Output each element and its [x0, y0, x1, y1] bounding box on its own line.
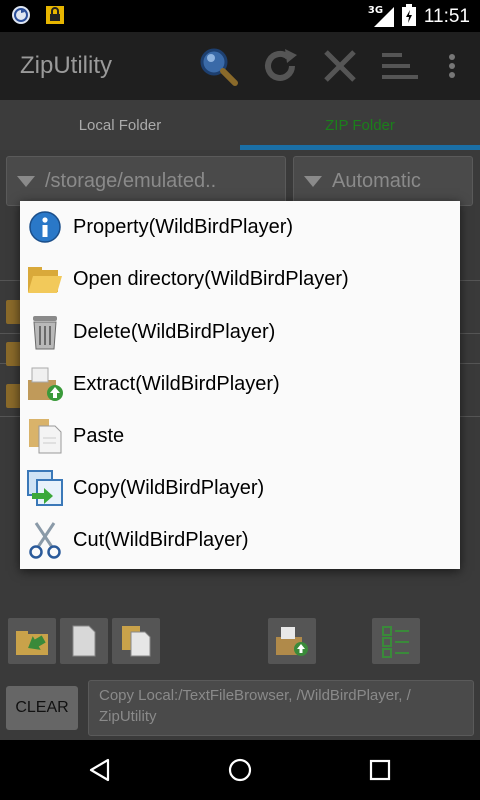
folder-open-icon — [26, 260, 64, 298]
menu-item-extract[interactable]: Extract(WildBirdPlayer) — [20, 358, 460, 410]
scissors-icon — [26, 521, 64, 559]
menu-item-label: Cut(WildBirdPlayer) — [73, 528, 249, 551]
tab-bar: Local Folder ZIP Folder — [0, 100, 480, 150]
menu-item-paste[interactable]: Paste — [20, 410, 460, 462]
info-icon — [26, 208, 64, 246]
menu-item-label: Property(WildBirdPlayer) — [73, 215, 294, 238]
mode-spinner[interactable]: Automatic — [293, 156, 473, 206]
close-icon[interactable] — [318, 44, 362, 88]
overflow-menu-icon[interactable] — [430, 44, 474, 88]
paste-icon[interactable] — [112, 618, 160, 664]
sync-icon — [10, 4, 32, 30]
mode-spinner-value: Automatic — [332, 169, 421, 192]
menu-item-property[interactable]: Property(WildBirdPlayer) — [20, 201, 460, 253]
extract-icon — [26, 365, 64, 403]
menu-item-open-directory[interactable]: Open directory(WildBirdPlayer) — [20, 253, 460, 305]
menu-item-label: Delete(WildBirdPlayer) — [73, 320, 276, 343]
refresh-icon[interactable] — [258, 44, 302, 88]
path-spinner-value: /storage/emulated.. — [45, 169, 217, 192]
tab-zip-folder[interactable]: ZIP Folder — [240, 100, 480, 150]
menu-item-label: Paste — [73, 424, 125, 447]
tab-local-folder[interactable]: Local Folder — [0, 100, 240, 150]
clear-button[interactable]: CLEAR — [6, 686, 78, 730]
menu-item-label: Copy(WildBirdPlayer) — [73, 476, 265, 499]
home-icon[interactable] — [220, 750, 260, 790]
bottom-toolbar — [0, 618, 480, 668]
extract-icon[interactable] — [268, 618, 316, 664]
status-time: 11:51 — [423, 6, 470, 27]
action-bar: ZipUtility — [0, 32, 480, 100]
trash-icon — [26, 313, 64, 351]
chevron-down-icon — [304, 175, 322, 187]
sort-icon[interactable] — [378, 44, 422, 88]
checklist-icon[interactable] — [372, 618, 420, 664]
back-icon[interactable] — [80, 750, 120, 790]
context-menu: Property(WildBirdPlayer) Open directory(… — [20, 201, 460, 569]
nav-bar — [0, 740, 480, 800]
chevron-down-icon — [17, 175, 35, 187]
menu-item-label: Open directory(WildBirdPlayer) — [73, 267, 349, 290]
search-icon[interactable] — [196, 44, 240, 88]
app-title: ZipUtility — [20, 52, 113, 79]
signal-icon: 3G — [368, 5, 394, 27]
menu-item-cut[interactable]: Cut(WildBirdPlayer) — [20, 514, 460, 566]
clipboard-info: Copy Local:/TextFileBrowser, /WildBirdPl… — [88, 680, 474, 736]
menu-item-delete[interactable]: Delete(WildBirdPlayer) — [20, 306, 460, 358]
recents-icon[interactable] — [360, 750, 400, 790]
copy-icon — [26, 469, 64, 507]
status-bar: 3G 11:51 — [0, 0, 480, 32]
battery-icon — [401, 4, 416, 30]
path-spinner[interactable]: /storage/emulated.. — [6, 156, 286, 206]
paste-icon — [26, 417, 64, 455]
menu-item-copy[interactable]: Copy(WildBirdPlayer) — [20, 462, 460, 514]
menu-item-label: Extract(WildBirdPlayer) — [73, 372, 280, 395]
lock-icon — [44, 4, 66, 30]
folder-upload-icon[interactable] — [8, 618, 56, 664]
new-file-icon[interactable] — [60, 618, 108, 664]
